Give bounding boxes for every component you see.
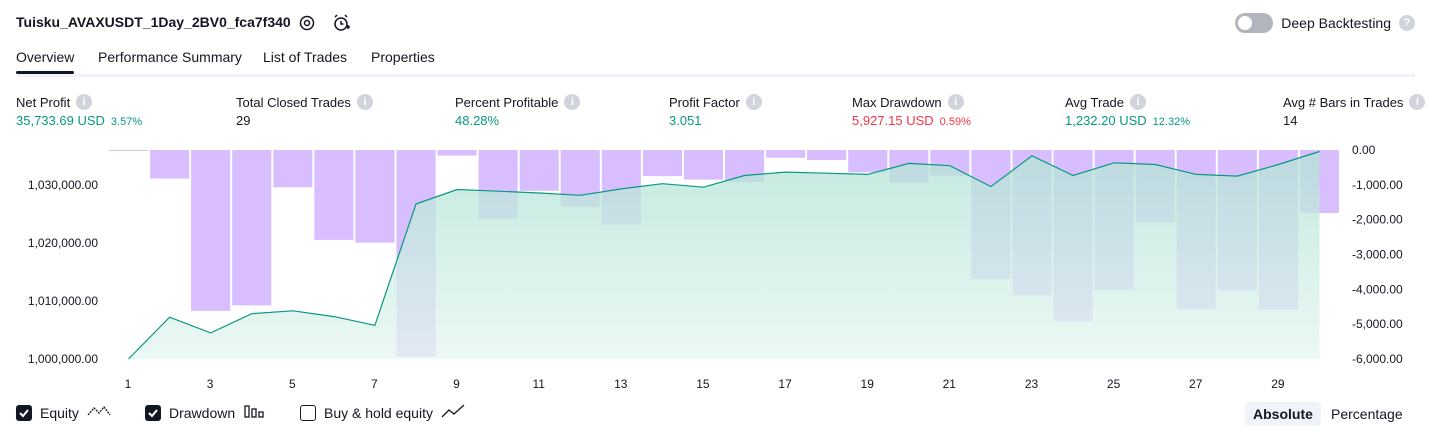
metric-value: 1,232.20 USD — [1065, 113, 1147, 128]
metric-value: 48.28% — [455, 113, 500, 128]
y-right-tick-label: -3,000.00 — [1352, 248, 1403, 262]
y-right-tick-label: -2,000.00 — [1352, 213, 1403, 227]
y-right-tick-label: 0.00 — [1352, 143, 1376, 157]
drawdown-bar — [766, 150, 806, 158]
x-tick-label: 25 — [1107, 377, 1121, 391]
metric-percent: 3.57% — [110, 116, 143, 128]
metric-label: Net Profit — [16, 94, 71, 110]
deep-backtesting-toggle-group: Deep Backtesting ? — [1235, 13, 1415, 33]
deep-backtesting-label: Deep Backtesting — [1281, 15, 1391, 31]
checkbox-buy-hold[interactable] — [300, 404, 316, 421]
tab-properties[interactable]: Properties — [371, 49, 435, 65]
y-right-tick-label: -4,000.00 — [1352, 282, 1403, 296]
buy-hold-line-icon — [441, 403, 465, 422]
x-tick-label: 19 — [861, 377, 875, 391]
drawdown-bar — [109, 150, 149, 151]
x-tick-label: 1 — [125, 377, 132, 391]
x-tick-label: 5 — [289, 377, 296, 391]
drawdown-bar — [642, 150, 682, 177]
help-icon[interactable]: ? — [1399, 15, 1415, 31]
gear-icon[interactable] — [297, 13, 317, 33]
metric-percent: 12.32% — [1152, 116, 1190, 128]
drawdown-bar — [848, 150, 888, 173]
metric-value: 29 — [236, 113, 251, 128]
metric-avg-trade: Avg Trade i 1,232.20 USD 12.32% — [1065, 94, 1190, 128]
x-tick-label: 23 — [1025, 377, 1039, 391]
drawdown-bar — [232, 150, 272, 306]
equity-line-icon — [87, 403, 111, 422]
drawdown-bar — [437, 150, 477, 156]
metric-label: Max Drawdown — [852, 94, 942, 110]
y-left-tick-label: 1,010,000.00 — [28, 294, 98, 308]
toggle-knob — [1238, 16, 1253, 30]
x-tick-label: 7 — [371, 377, 378, 391]
metric-value: 14 — [1283, 113, 1298, 128]
legend-label: Buy & hold equity — [324, 404, 433, 421]
strategy-title: Tuisku_AVAXUSDT_1Day_2BV0_fca7f340 — [16, 14, 291, 30]
metric-percent-profitable: Percent Profitable i 48.28% — [455, 94, 581, 128]
metric-net-profit: Net Profit i 35,733.69 USD 3.57% — [16, 94, 142, 128]
legend-label: Equity — [40, 404, 79, 421]
metric-label: Percent Profitable — [455, 94, 559, 110]
y-right-tick-label: -6,000.00 — [1352, 352, 1403, 366]
x-tick-label: 9 — [453, 377, 460, 391]
tab-performance-summary[interactable]: Performance Summary — [98, 49, 242, 65]
metric-profit-factor: Profit Factor i 3.051 — [669, 94, 762, 128]
metric-label: Avg Trade — [1065, 94, 1125, 110]
deep-backtesting-toggle[interactable] — [1235, 13, 1274, 33]
equity-drawdown-chart: 1,000,000.00 1,010,000.00 1,020,000.00 1,03… — [28, 143, 1403, 391]
x-tick-label: 21 — [943, 377, 957, 391]
drawdown-bar — [807, 150, 847, 161]
metric-label: Profit Factor — [669, 94, 740, 110]
y-left-tick-label: 1,020,000.00 — [28, 236, 98, 250]
checkbox-equity[interactable] — [16, 404, 32, 421]
x-tick-label: 13 — [614, 377, 628, 391]
tab-bar: Overview Performance Summary List of Tra… — [16, 44, 1415, 77]
drawdown-bar — [355, 150, 395, 243]
x-tick-label: 29 — [1271, 377, 1285, 391]
drawdown-bars-icon — [243, 403, 265, 422]
tab-overview[interactable]: Overview — [16, 49, 75, 74]
metric-value: 5,927.15 USD — [852, 113, 934, 128]
metric-label: Avg # Bars in Trades — [1283, 94, 1404, 110]
legend-label: Drawdown — [169, 404, 236, 421]
metric-label: Total Closed Trades — [236, 94, 351, 110]
x-tick-label: 3 — [207, 377, 214, 391]
drawdown-bar — [683, 150, 723, 180]
checkbox-drawdown[interactable] — [145, 404, 161, 421]
alarm-clock-plus-icon[interactable] — [331, 13, 351, 33]
drawdown-bar — [314, 150, 354, 240]
info-icon[interactable]: i — [356, 94, 373, 110]
x-tick-label: 15 — [696, 377, 710, 391]
legend-buy-hold[interactable]: Buy & hold equity — [300, 403, 465, 422]
drawdown-bar — [150, 150, 190, 179]
info-icon[interactable]: i — [947, 94, 964, 110]
info-icon[interactable]: i — [1409, 94, 1426, 110]
info-icon[interactable]: i — [76, 94, 93, 110]
metric-percent: 0.59% — [939, 116, 971, 128]
legend-equity[interactable]: Equity — [16, 403, 111, 422]
x-tick-label: 27 — [1189, 377, 1203, 391]
info-icon[interactable]: i — [564, 94, 581, 110]
legend-drawdown[interactable]: Drawdown — [145, 403, 265, 422]
drawdown-bar — [519, 150, 559, 191]
x-tick-label: 11 — [532, 377, 545, 391]
metric-max-drawdown: Max Drawdown i 5,927.15 USD 0.59% — [852, 94, 971, 128]
tab-list-of-trades[interactable]: List of Trades — [263, 49, 347, 65]
absolute-button[interactable]: Absolute — [1245, 402, 1321, 426]
y-left-tick-label: 1,000,000.00 — [28, 352, 98, 366]
metric-avg-bars-in-trades: Avg # Bars in Trades i 14 — [1283, 94, 1426, 128]
info-icon[interactable]: i — [1130, 94, 1147, 110]
metric-value: 35,733.69 USD — [16, 113, 105, 128]
y-left-tick-label: 1,030,000.00 — [28, 178, 98, 192]
metric-value: 3.051 — [669, 113, 702, 128]
drawdown-bar — [273, 150, 313, 188]
drawdown-bar — [191, 150, 231, 311]
metric-total-closed-trades: Total Closed Trades i 29 — [236, 94, 373, 128]
percentage-button[interactable]: Percentage — [1323, 402, 1411, 426]
info-icon[interactable]: i — [745, 94, 762, 110]
x-tick-label: 17 — [778, 377, 792, 391]
y-right-tick-label: -5,000.00 — [1352, 317, 1403, 331]
y-right-tick-label: -1,000.00 — [1352, 178, 1403, 192]
